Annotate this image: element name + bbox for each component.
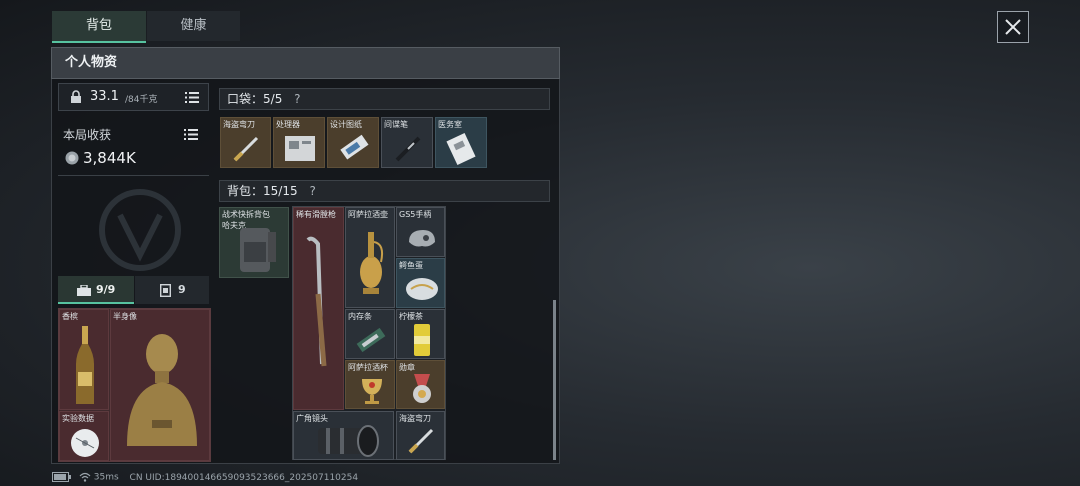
musket-icon (306, 236, 327, 367)
item-label: 间谍笔 (384, 120, 408, 129)
haul-label: 本局收获 (63, 128, 112, 142)
weight-max: /84千克 (125, 95, 158, 105)
card-icon (160, 284, 171, 297)
dagger-icon (408, 428, 434, 454)
processor-icon (285, 136, 315, 161)
pocket-title: 口袋： (227, 92, 264, 106)
item-label: 医务室 (438, 120, 462, 129)
medical-card-icon (446, 132, 476, 166)
backpack-item[interactable]: 广角镜头 (293, 411, 394, 460)
emblem-watermark-icon (99, 189, 181, 271)
backpack-name: 战术快拆背包 (222, 210, 270, 219)
champagne-icon (76, 326, 94, 404)
backpack-item[interactable]: 内存条 (345, 309, 395, 359)
item-label: 香槟 (62, 312, 78, 321)
secure-card-count: 9 (178, 283, 186, 296)
wifi-icon (79, 472, 91, 482)
ewer-icon (360, 232, 384, 294)
backpack-item[interactable]: 柠檬茶 (396, 309, 445, 359)
personal-items-header: 个人物资 (51, 47, 560, 79)
item-label: 半身像 (113, 312, 137, 321)
weight-box: 33.1 /84千克 (58, 83, 209, 111)
dagger-icon (233, 136, 259, 162)
pocket-help-icon[interactable]: ? (294, 92, 300, 106)
bust-statue-icon (127, 334, 197, 446)
backpack-item[interactable]: GS5手柄 (396, 207, 445, 257)
item-label: 阿萨拉酒杯 (348, 363, 388, 372)
briefcase-icon (77, 285, 91, 296)
crocodile-egg-icon (406, 278, 438, 300)
secure-case-count: 9/9 (96, 283, 116, 296)
uid-text: CN UID:18940014665909352366​6_2025071102… (129, 472, 359, 483)
tab-secure-case[interactable]: 9/9 (58, 276, 134, 304)
tab-backpack[interactable]: 背包 (52, 11, 146, 43)
item-label: 实验数据 (62, 414, 94, 423)
pocket-slot[interactable]: 处理器 (273, 117, 325, 168)
haul-value: 3,844K (83, 149, 136, 167)
backpack-section-bar: 背包：15/15 ? (219, 180, 550, 202)
pocket-section-bar: 口袋：5/5 ? (219, 88, 550, 110)
pocket-slot[interactable]: 海盗弯刀 (220, 117, 271, 168)
item-label: 内存条 (348, 312, 372, 321)
backpack-title: 背包： (227, 184, 264, 198)
spy-pen-icon (395, 136, 421, 162)
backpack-item[interactable]: 鳄鱼蛋 (396, 258, 445, 308)
lemon-tea-can-icon (414, 324, 430, 356)
close-icon (1005, 19, 1021, 35)
pocket-slot[interactable]: 设计图纸 (327, 117, 379, 168)
tab-health[interactable]: 健康 (147, 11, 240, 41)
item-label: 鳄鱼蛋 (399, 261, 423, 270)
memory-stick-icon (356, 327, 386, 353)
scrollbar[interactable] (553, 300, 556, 460)
list-icon[interactable] (185, 92, 199, 103)
backpack-item[interactable]: 勋章 (396, 360, 445, 409)
item-label: 阿萨拉酒壶 (348, 210, 388, 219)
item-label: 稀有滑膛枪 (296, 210, 336, 219)
wide-angle-lens-icon (318, 425, 379, 457)
weight-current: 33.1 (90, 89, 119, 104)
status-bar: 35ms CN UID:18940014665909352366​6_20250… (52, 472, 358, 483)
backpack-item[interactable]: 阿萨拉酒杯 (345, 360, 395, 409)
item-label: 设计图纸 (330, 120, 362, 129)
gamepad-icon (409, 230, 435, 247)
equipped-backpack-slot[interactable]: 战术快拆背包 哈夫克 (219, 207, 289, 278)
coin-icon (65, 151, 79, 165)
pocket-slot[interactable]: 间谍笔 (381, 117, 433, 168)
secure-item[interactable]: 半身像 (110, 309, 210, 461)
item-label: 处理器 (276, 120, 300, 129)
backpack-item[interactable]: 阿萨拉酒壶 (345, 207, 395, 308)
item-label: 海盗弯刀 (223, 120, 255, 129)
haul-box: 本局收获 3,844K (58, 114, 209, 176)
battery-icon (52, 472, 71, 482)
latency-text: 35ms (93, 472, 119, 483)
tab-secure-card[interactable]: 9 (135, 276, 209, 304)
backpack-item[interactable]: 稀有滑膛枪 (293, 207, 344, 410)
lock-icon (71, 90, 81, 103)
close-button[interactable] (997, 11, 1029, 43)
backpack-item[interactable]: 海盗弯刀 (396, 411, 445, 460)
pocket-count: 5/5 (263, 92, 283, 106)
data-disc-icon (71, 429, 99, 457)
haul-list-icon[interactable] (184, 129, 198, 140)
item-label: 海盗弯刀 (399, 414, 431, 423)
secure-item[interactable]: 香槟 (59, 309, 109, 410)
secure-item[interactable]: 实验数据 (59, 411, 109, 461)
backpack-help-icon[interactable]: ? (309, 184, 315, 198)
backpack-count: 15/15 (263, 184, 298, 198)
pocket-slot[interactable]: 医务室 (435, 117, 487, 168)
item-label: 柠檬茶 (399, 312, 423, 321)
medal-icon (413, 374, 431, 403)
item-label: GS5手柄 (399, 210, 432, 219)
goblet-icon (362, 379, 382, 404)
blueprint-icon (340, 134, 369, 160)
tactical-backpack-icon (240, 228, 276, 272)
